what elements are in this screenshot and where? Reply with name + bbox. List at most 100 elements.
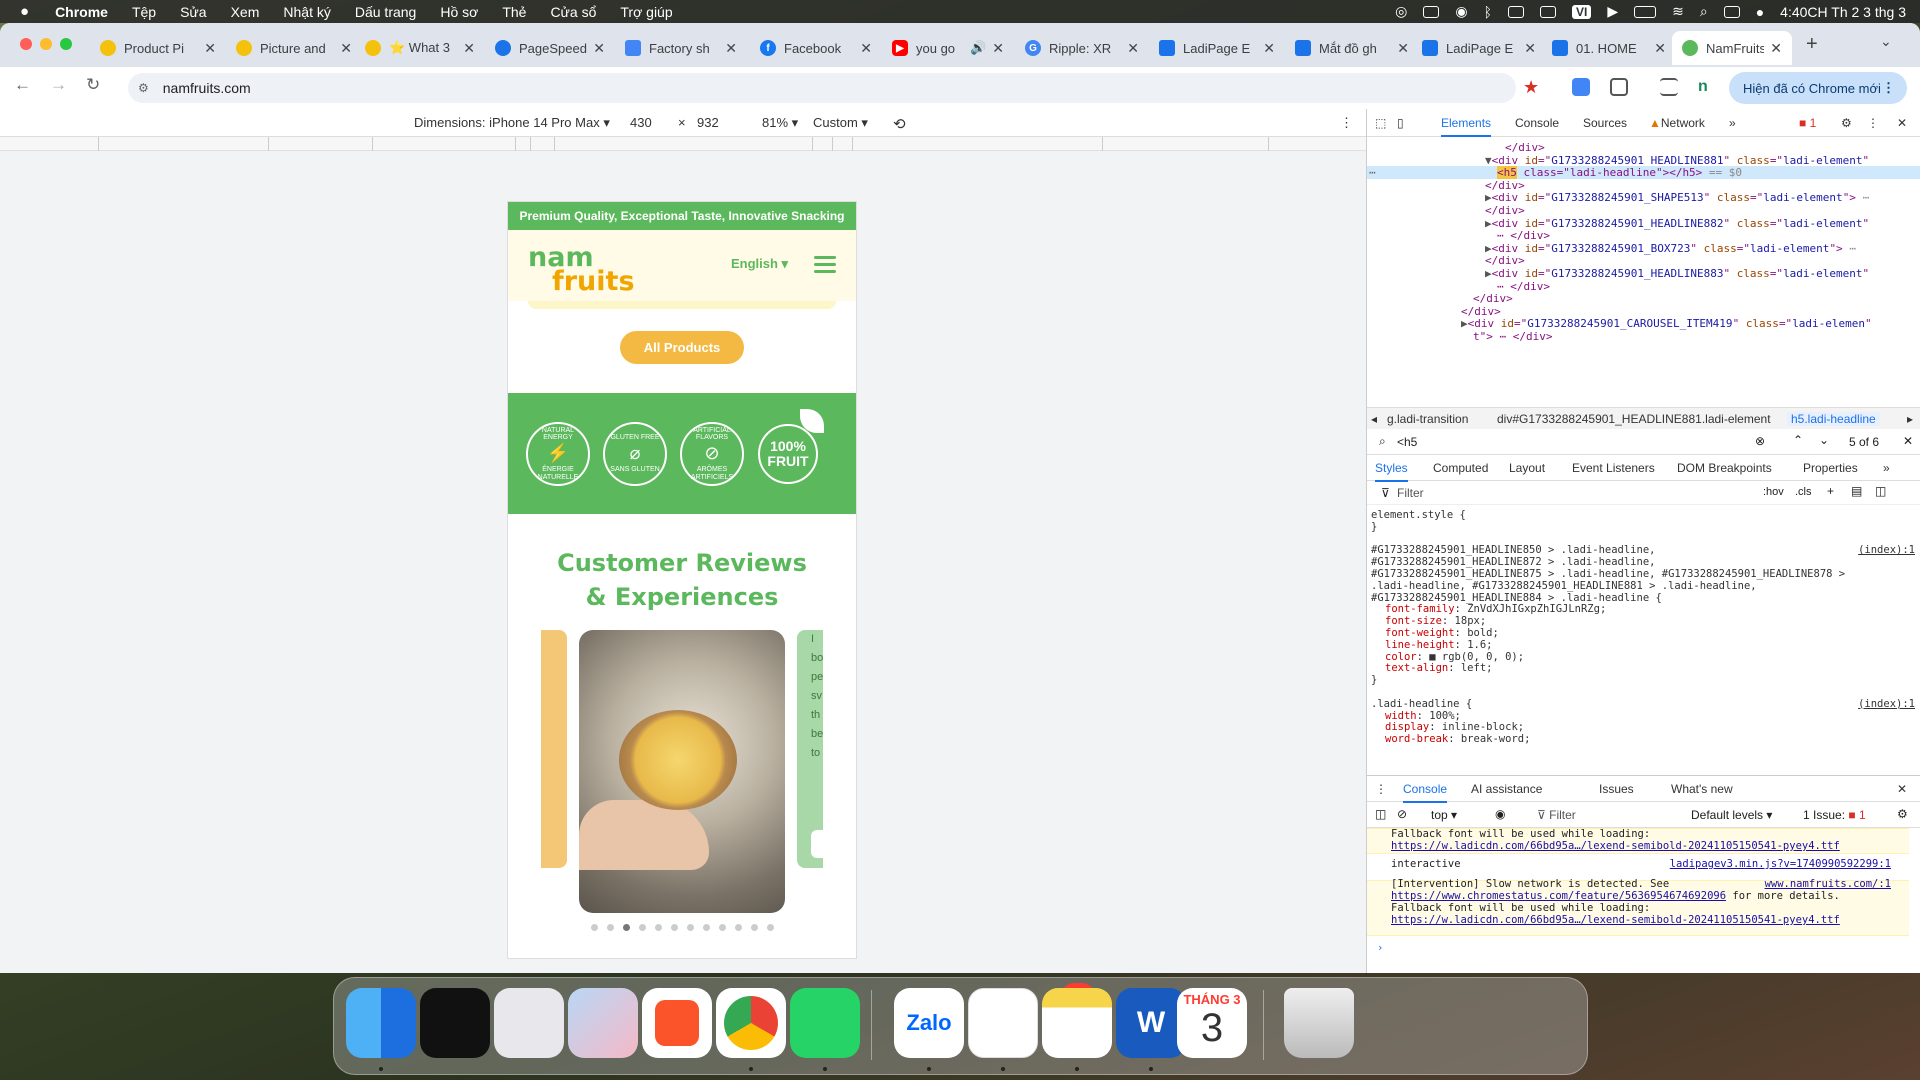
dom-node-line[interactable]: </div> [1485, 179, 1525, 192]
crumb-3[interactable]: h5.ladi-headline [1787, 412, 1880, 426]
close-search-icon[interactable]: ✕ [1903, 434, 1913, 448]
dom-node-line[interactable]: ▶<div id="G1733288245901_CAROUSEL_ITEM41… [1461, 317, 1872, 330]
reading-list-icon[interactable] [1660, 78, 1678, 96]
style-source-link[interactable]: (index):1 [1858, 544, 1915, 556]
forward-icon[interactable]: → [50, 75, 67, 95]
close-devtools-icon[interactable]: ✕ [1897, 116, 1907, 130]
style-line[interactable]: text-align: left; [1385, 662, 1492, 674]
console-source-link[interactable]: www.namfruits.com/:1 [1765, 878, 1891, 890]
chatgpt-icon[interactable] [968, 988, 1038, 1058]
menu-history[interactable]: Nhật ký [271, 4, 342, 20]
menu-edit[interactable]: Sửa [168, 4, 219, 20]
cls-toggle[interactable]: .cls [1795, 486, 1812, 498]
inspect-icon[interactable]: ⬚ [1375, 116, 1386, 130]
close-icon[interactable]: ✕ [1654, 40, 1666, 57]
close-icon[interactable]: ✕ [1263, 40, 1275, 57]
close-window-button[interactable] [20, 38, 32, 50]
clear-search-icon[interactable]: ⊗ [1755, 434, 1765, 448]
tab-event-listeners[interactable]: Event Listeners [1572, 461, 1655, 475]
carousel-dot[interactable] [734, 924, 742, 931]
console-prompt[interactable]: › [1377, 942, 1383, 954]
eye-icon[interactable]: ◉ [1495, 807, 1505, 821]
hov-toggle[interactable]: :hov [1763, 486, 1784, 498]
crumb-right-icon[interactable]: ▸ [1907, 412, 1913, 426]
issues-count[interactable]: 1 Issue: ■ 1 [1803, 808, 1866, 822]
more-style-tabs-icon[interactable]: » [1883, 461, 1890, 475]
tab-11[interactable]: LadiPage E ✕ [1412, 31, 1546, 65]
tab-namfruits-active[interactable]: NamFruits ✕ [1672, 31, 1792, 65]
extensions-icon[interactable] [1610, 78, 1628, 96]
width-input[interactable]: 430 [630, 115, 652, 130]
carousel-dot[interactable] [654, 924, 662, 931]
siri-icon[interactable]: ● [1756, 4, 1764, 20]
drawer-tab-ai-assistance[interactable]: AI assistance [1471, 782, 1542, 796]
review-card-button[interactable] [811, 830, 825, 858]
trash-icon[interactable] [1284, 988, 1354, 1058]
carousel-dot[interactable] [686, 924, 694, 931]
console-message[interactable]: https://www.chromestatus.com/feature/563… [1391, 890, 1840, 902]
styles-pane[interactable]: element.style {} #G1733288245901_HEADLINE… [1367, 505, 1920, 775]
close-icon[interactable]: ✕ [1524, 40, 1536, 57]
site-info-icon[interactable]: ⚙ [138, 81, 149, 95]
bookmark-star-icon[interactable]: ★ [1523, 77, 1539, 98]
style-line[interactable]: #G1733288245901_HEADLINE875 > .ladi-head… [1371, 568, 1845, 580]
dom-node-line[interactable]: ▶<div id="G1733288245901_HEADLINE882" cl… [1485, 217, 1869, 230]
tab-network[interactable]: ▲Network [1649, 116, 1705, 130]
style-line[interactable]: width: 100%; [1385, 710, 1461, 722]
crumb-left-icon[interactable]: ◂ [1371, 412, 1377, 426]
vpn-icon[interactable]: ◎ [1395, 3, 1407, 20]
console-message[interactable]: https://w.ladicdn.com/66bd95a…/lexend-se… [1391, 840, 1840, 852]
close-icon[interactable]: ✕ [204, 40, 216, 57]
carousel-dot[interactable] [590, 924, 598, 931]
carousel-dot[interactable] [606, 924, 614, 931]
tab-elements[interactable]: Elements [1441, 116, 1492, 137]
style-line[interactable]: line-height: 1.6; [1385, 639, 1492, 651]
brave-icon[interactable] [642, 988, 712, 1058]
logo-fruits[interactable]: fruits [552, 266, 635, 297]
carousel-dots[interactable] [582, 924, 782, 932]
carousel-dot[interactable] [702, 924, 710, 931]
tab-3[interactable]: ⭐ What 3 ✕ [355, 31, 485, 65]
zalo-icon[interactable]: Zalo [894, 988, 964, 1058]
console-filter-input[interactable]: ⊽ Filter [1537, 808, 1576, 822]
tab-layout[interactable]: Layout [1509, 461, 1545, 475]
settings-gear-icon[interactable]: ⚙ [1841, 116, 1852, 130]
context-select[interactable]: top ▾ [1431, 808, 1457, 822]
control-center-icon[interactable] [1723, 5, 1740, 18]
profile-extension-icon[interactable]: n [1698, 78, 1716, 96]
tab-console[interactable]: Console [1515, 116, 1559, 130]
menu-tab[interactable]: Thẻ [490, 4, 538, 20]
menu-file[interactable]: Tệp [120, 4, 168, 20]
carousel-dot[interactable] [670, 924, 678, 931]
window-icon[interactable] [1508, 5, 1524, 18]
carousel-dot[interactable] [622, 924, 630, 931]
style-line[interactable]: font-size: 18px; [1385, 615, 1486, 627]
close-icon[interactable]: ✕ [463, 40, 475, 57]
launchpad-icon[interactable] [494, 988, 564, 1058]
review-card-next[interactable]: Ibo pe sv th be to [797, 630, 825, 868]
sidebar-icon[interactable]: ◫ [1375, 807, 1386, 821]
style-line[interactable]: color: ■ rgb(0, 0, 0); [1385, 651, 1524, 663]
style-line[interactable]: .ladi-headline, #G1733288245901_HEADLINE… [1371, 580, 1757, 592]
drawer-tab-console[interactable]: Console [1403, 782, 1448, 803]
close-icon[interactable]: ✕ [340, 40, 352, 57]
address-bar[interactable]: ⚙ namfruits.com [128, 73, 1516, 103]
clock[interactable]: 4:40CH Th 2 3 thg 3 [1780, 4, 1906, 20]
menu-bookmarks[interactable]: Dấu trang [343, 4, 428, 20]
style-line[interactable]: element.style { [1371, 509, 1466, 521]
paint-icon[interactable]: ▤ [1851, 484, 1862, 498]
device-select[interactable]: Dimensions: iPhone 14 Pro Max ▾ [414, 115, 610, 131]
finder-icon[interactable] [346, 988, 416, 1058]
drawer-tab-whats-new[interactable]: What's new [1671, 782, 1733, 796]
style-line[interactable]: font-family: ZnVdXJhIGxpZhIGJLnRZg; [1385, 603, 1606, 615]
close-drawer-icon[interactable]: ✕ [1897, 782, 1907, 796]
style-line[interactable]: #G1733288245901_HEADLINE884 > .ladi-head… [1371, 592, 1662, 604]
tab-2[interactable]: Picture and ✕ [226, 31, 362, 65]
style-line[interactable]: #G1733288245901_HEADLINE872 > .ladi-head… [1371, 556, 1655, 568]
style-source-link[interactable]: (index):1 [1858, 698, 1915, 710]
close-icon[interactable]: ✕ [860, 40, 872, 57]
dom-node-line[interactable]: t"> ⋯ </div> [1473, 330, 1552, 343]
throttle-select[interactable]: Custom ▾ [813, 115, 868, 131]
whatsapp-icon[interactable] [790, 988, 860, 1058]
console-settings-icon[interactable]: ⚙ [1897, 807, 1908, 821]
